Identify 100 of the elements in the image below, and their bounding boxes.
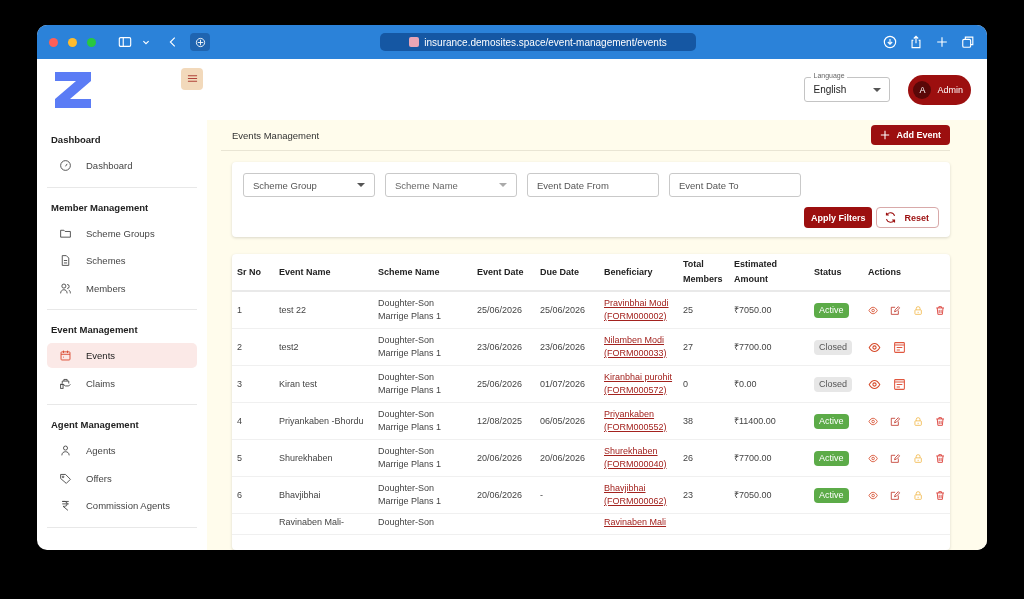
logo-icon [55,71,91,108]
table-cell: 25/06/2026 [540,304,586,315]
status-badge: Closed [814,376,852,392]
edit-icon[interactable] [890,303,901,317]
table-cell: ₹7700.00 [734,452,772,463]
view-icon[interactable] [868,377,881,391]
select-field[interactable]: Scheme Group [243,173,375,197]
beneficiary-link[interactable]: Bhavjibhai (FORM000062) [604,482,673,508]
table-cell: 4 [237,415,242,426]
sidebar-item[interactable]: Offers [47,465,197,491]
minimize-dot[interactable] [68,37,77,47]
table-cell: Kiran test [279,378,318,389]
table-cell: ₹11400.00 [734,415,776,426]
table-cell: Doughter-Son Marrige Plans 1 [378,483,442,506]
sidebar-item[interactable]: Dashboard [47,153,197,178]
column-header: Scheme Name [378,266,440,277]
table-cell: 23/06/2026 [477,341,523,352]
gauge-icon [59,159,72,172]
section-heading: Agent Management [50,418,140,432]
table-cell: Doughter-Son Marrige Plans 1 [378,409,442,432]
sidebar-icon[interactable] [118,35,132,49]
table-cell: 5 [237,452,242,463]
beneficiary-link[interactable]: Shurekhaben (FORM000040) [604,445,673,471]
table-cell: ₹0.00 [734,378,757,389]
edit-icon[interactable] [890,414,901,428]
table-cell: 1 [237,304,242,315]
table-cell: ₹7050.00 [734,489,772,500]
table-cell: Shurekhaben [279,452,333,463]
status-badge: Closed [814,339,852,355]
column-header: Due Date [540,266,579,277]
menu-icon [186,73,198,84]
document-icon [59,254,72,267]
sidebar-item[interactable]: Commission Agents [47,493,197,518]
download-icon[interactable] [883,35,897,49]
receipt-icon[interactable] [893,377,906,391]
sidebar-item[interactable]: Schemes [47,248,197,273]
table-cell: 23 [683,489,693,500]
table-cell: Bhavjibhai [279,489,321,500]
table-cell: 25/06/2026 [477,304,523,315]
user-button[interactable]: A Admin [908,74,971,105]
menu-button[interactable] [181,67,203,90]
edit-icon[interactable] [890,451,901,465]
address-bar[interactable]: insurance.demosites.space/event-management/events [380,33,696,51]
zoom-dot[interactable] [87,37,96,47]
beneficiary-link[interactable]: Ravinaben Mali [604,516,667,529]
sidebar-item[interactable]: Events [47,343,197,368]
receipt-icon[interactable] [893,340,906,354]
edit-icon[interactable] [890,488,901,502]
table-cell: Doughter-Son Marrige Plans 1 [378,446,442,469]
table-cell: 01/07/2026 [540,378,586,389]
beneficiary-link[interactable]: Kiranbhai purohit (FORM000572) [604,371,673,397]
trash-icon[interactable] [934,414,945,428]
table-cell: Doughter-Son Marrige Plans 1 [378,298,442,321]
sidebar-item[interactable]: Claims [47,370,197,396]
rupee-icon [59,499,72,512]
beneficiary-link[interactable]: Priyankaben (FORM000552) [604,408,673,434]
table-cell: 26 [683,452,693,463]
column-header: Beneficiary [604,266,653,277]
trash-icon[interactable] [934,303,945,317]
calendar-icon [59,349,72,362]
sidebar-item[interactable]: Scheme Groups [47,220,197,246]
table-cell: 20/06/2026 [540,452,586,463]
table-cell: ₹7050.00 [734,304,772,315]
plus-icon[interactable] [935,35,949,49]
date-field[interactable]: Event Date To [669,173,801,197]
status-badge: Active [814,487,849,503]
table-cell: Doughter-Son [378,517,435,527]
sidebar-item[interactable]: Members [47,275,197,301]
add-event-button[interactable]: Add Event [871,125,950,145]
table-cell: ₹7700.00 [734,341,772,352]
table-cell: 27 [683,341,693,352]
status-badge: Active [814,450,849,466]
date-field[interactable]: Event Date From [527,173,659,197]
table-cell: Doughter-Son Marrige Plans 1 [378,372,442,395]
view-icon[interactable] [868,340,881,354]
tabs-icon[interactable] [961,35,975,49]
share-icon[interactable] [909,35,923,49]
table-cell: 20/06/2026 [477,489,523,500]
table-cell: 0 [683,378,688,389]
beneficiary-link[interactable]: Nilamben Modi (FORM000033) [604,334,673,360]
plus-icon [880,130,891,140]
table-cell: 06/05/2026 [540,415,586,426]
column-header: Total Members [683,259,723,284]
column-header: Status [814,266,842,277]
user-icon [59,444,72,457]
beneficiary-link[interactable]: Pravinbhai Modi (FORM000002) [604,297,673,323]
reset-button[interactable]: Reset [876,207,939,228]
table-cell: 2 [237,341,242,352]
status-badge: Active [814,413,849,429]
sidebar-item[interactable]: Agents [47,438,197,463]
table-cell: test 22 [279,304,307,315]
trash-icon[interactable] [934,488,945,502]
trash-icon[interactable] [934,451,945,465]
table-cell: 38 [683,415,693,426]
close-dot[interactable] [49,37,58,47]
table-cell: 3 [237,378,242,389]
apply-filters-button[interactable]: Apply Filters [803,207,873,228]
table-cell: 23/06/2026 [540,341,586,352]
table-cell: 25/06/2026 [477,378,523,389]
tab-icon[interactable] [190,33,210,51]
